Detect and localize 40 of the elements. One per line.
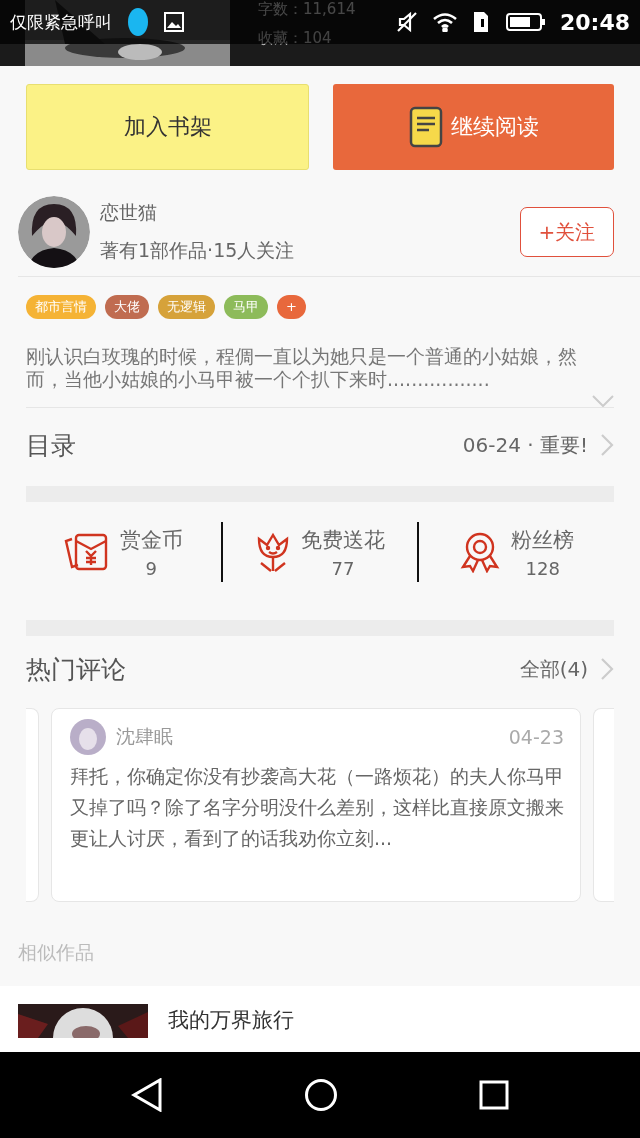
author-info: 著有1部作品·15人关注 xyxy=(100,238,296,263)
catalog-title: 目录 xyxy=(26,429,77,462)
follow-button[interactable]: +关注 xyxy=(520,207,614,257)
all-comments-link[interactable]: 全部(4) xyxy=(519,655,588,683)
clock-time: 20:48 xyxy=(559,9,630,35)
carrier-text: 仅限紧急呼叫 xyxy=(10,10,112,34)
comment-text: 拜托，你确定你没有抄袭高大花（一路烦花）的夫人你马甲又掉了吗？除了名字分明没什么差别，这样比直接原文搬来更让人讨厌，看到了的话我劝你立刻... xyxy=(70,764,564,851)
medal-icon xyxy=(459,531,502,573)
envelope-icon xyxy=(63,531,110,573)
user-avatar xyxy=(70,719,106,755)
stat-count: 9 xyxy=(145,557,158,579)
stat-count: 77 xyxy=(331,557,355,579)
tag[interactable]: + xyxy=(277,295,306,319)
mute-icon xyxy=(395,11,418,33)
stat-label[interactable]: 赏金币 xyxy=(119,525,183,554)
latest-chapter[interactable]: 06-24 · 重要! xyxy=(462,431,588,459)
recents-icon[interactable] xyxy=(479,1080,510,1110)
wifi-icon xyxy=(431,12,458,32)
stat-label[interactable]: 免费送花 xyxy=(301,525,385,554)
flower-icon xyxy=(255,531,291,573)
image-icon xyxy=(164,12,184,32)
battery-icon xyxy=(505,12,546,32)
comment-date: 04-23 xyxy=(508,726,564,748)
book-stat: 字数：11,614 xyxy=(258,0,356,19)
comment-card[interactable]: 沈肆眠 04-23 拜托，你确定你没有抄袭高大花（一路烦花）的夫人你马甲又掉了吗？除了名字分明没什么差别，这样比直接原文搬来更让人讨厌，看到了的话我劝你立刻... xyxy=(51,708,581,902)
book-icon xyxy=(408,106,443,148)
stat-count: 128 xyxy=(525,557,560,579)
avatar xyxy=(18,196,90,268)
comments-title: 热门评论 xyxy=(26,653,127,686)
tag[interactable]: 大佬 xyxy=(105,295,149,319)
book-title[interactable]: 我的万界旅行 xyxy=(168,1004,294,1056)
comment-user: 沈肆眠 xyxy=(116,724,174,749)
home-icon[interactable] xyxy=(304,1078,338,1112)
stat-label[interactable]: 粉丝榜 xyxy=(511,525,575,554)
continue-reading-button[interactable]: 继续阅读 xyxy=(333,84,614,170)
synopsis: 刚认识白玫瑰的时候，程倜一直以为她只是一个普通的小姑娘，然而，当他小姑娘的小马甲被一个个扒下来时................. xyxy=(26,345,578,391)
similar-title: 相似作品 xyxy=(18,940,95,965)
add-to-shelf-button[interactable]: 加入书架 xyxy=(26,84,309,170)
author-name: 恋世猫 xyxy=(100,200,158,225)
back-icon[interactable] xyxy=(130,1078,163,1112)
